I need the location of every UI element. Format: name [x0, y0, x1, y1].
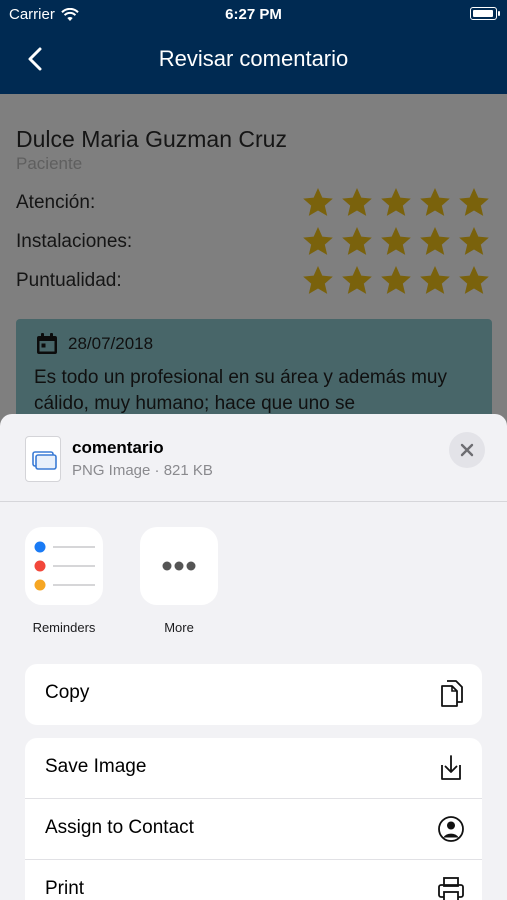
action-label: Save Image: [45, 756, 147, 777]
patient-name: Dulce Maria Guzman Cruz: [16, 126, 287, 152]
save-image-icon: [441, 755, 461, 780]
action-label: Copy: [45, 682, 90, 703]
share-app-reminders[interactable]: Reminders: [24, 527, 104, 635]
star-icon: [459, 188, 489, 216]
battery-icon: [470, 7, 500, 20]
star-rating: [301, 225, 491, 259]
copy-action[interactable]: Copy: [25, 664, 482, 725]
navigation-bar: Carrier 6:27 PM Revisar comentario: [0, 0, 507, 94]
comment-date-row: 28/07/2018: [34, 331, 474, 357]
file-meta: PNG Image · 821 KB: [72, 462, 213, 479]
rating-row-instalaciones: Instalaciones:: [16, 225, 491, 261]
battery-level: [473, 10, 493, 17]
star-icon: [381, 188, 411, 216]
star-icon: [381, 266, 411, 294]
rating-label: Instalaciones:: [16, 231, 133, 252]
close-button[interactable]: [449, 432, 485, 468]
star-icon: [459, 227, 489, 255]
review-content: Dulce Maria Guzman Cruz Paciente Atenció…: [0, 94, 507, 439]
contact-icon: [438, 816, 464, 842]
action-label: Print: [45, 878, 85, 899]
clock: 6:27 PM: [225, 6, 282, 23]
share-app-more[interactable]: More: [139, 527, 219, 635]
comment-text: Es todo un profesional en su área y adem…: [34, 367, 447, 414]
star-rating: [301, 264, 491, 298]
print-icon: [438, 877, 464, 900]
save-image-action[interactable]: Save Image: [25, 738, 482, 799]
star-icon: [342, 266, 372, 294]
share-sheet-header: comentario PNG Image · 821 KB: [0, 414, 507, 502]
star-icon: [303, 266, 333, 294]
star-icon: [420, 227, 450, 255]
print-action[interactable]: Print: [25, 860, 482, 900]
action-group-main: Save Image Assign to Contact Print: [25, 738, 482, 900]
page-title: Revisar comentario: [158, 46, 349, 71]
action-group-copy: Copy: [25, 664, 482, 725]
share-sheet: comentario PNG Image · 821 KB Reminders: [0, 414, 507, 900]
rating-row-puntualidad: Puntualidad:: [16, 264, 491, 300]
app-label: More: [164, 620, 194, 635]
comment-date: 28/07/2018: [68, 334, 154, 353]
rating-label: Puntualidad:: [16, 270, 122, 291]
rating-row-atencion: Atención:: [16, 186, 491, 222]
file-name: comentario: [72, 438, 164, 457]
status-bar: Carrier 6:27 PM: [0, 0, 507, 28]
star-icon: [342, 188, 372, 216]
action-label: Assign to Contact: [45, 817, 194, 838]
star-icon: [303, 188, 333, 216]
reminders-icon: [25, 527, 103, 605]
star-rating: [301, 186, 491, 220]
close-icon: [460, 443, 474, 457]
calendar-icon: [37, 333, 57, 354]
rating-label: Atención:: [16, 192, 96, 213]
app-label: Reminders: [32, 620, 96, 635]
star-icon: [420, 266, 450, 294]
star-icon: [342, 227, 372, 255]
star-icon: [459, 266, 489, 294]
assign-to-contact-action[interactable]: Assign to Contact: [25, 799, 482, 860]
copy-icon: [441, 680, 463, 707]
patient-role: Paciente: [16, 154, 83, 173]
image-file-icon: [32, 451, 57, 470]
star-icon: [420, 188, 450, 216]
star-icon: [303, 227, 333, 255]
file-thumbnail: [25, 436, 61, 482]
more-icon: [140, 527, 218, 605]
star-icon: [381, 227, 411, 255]
